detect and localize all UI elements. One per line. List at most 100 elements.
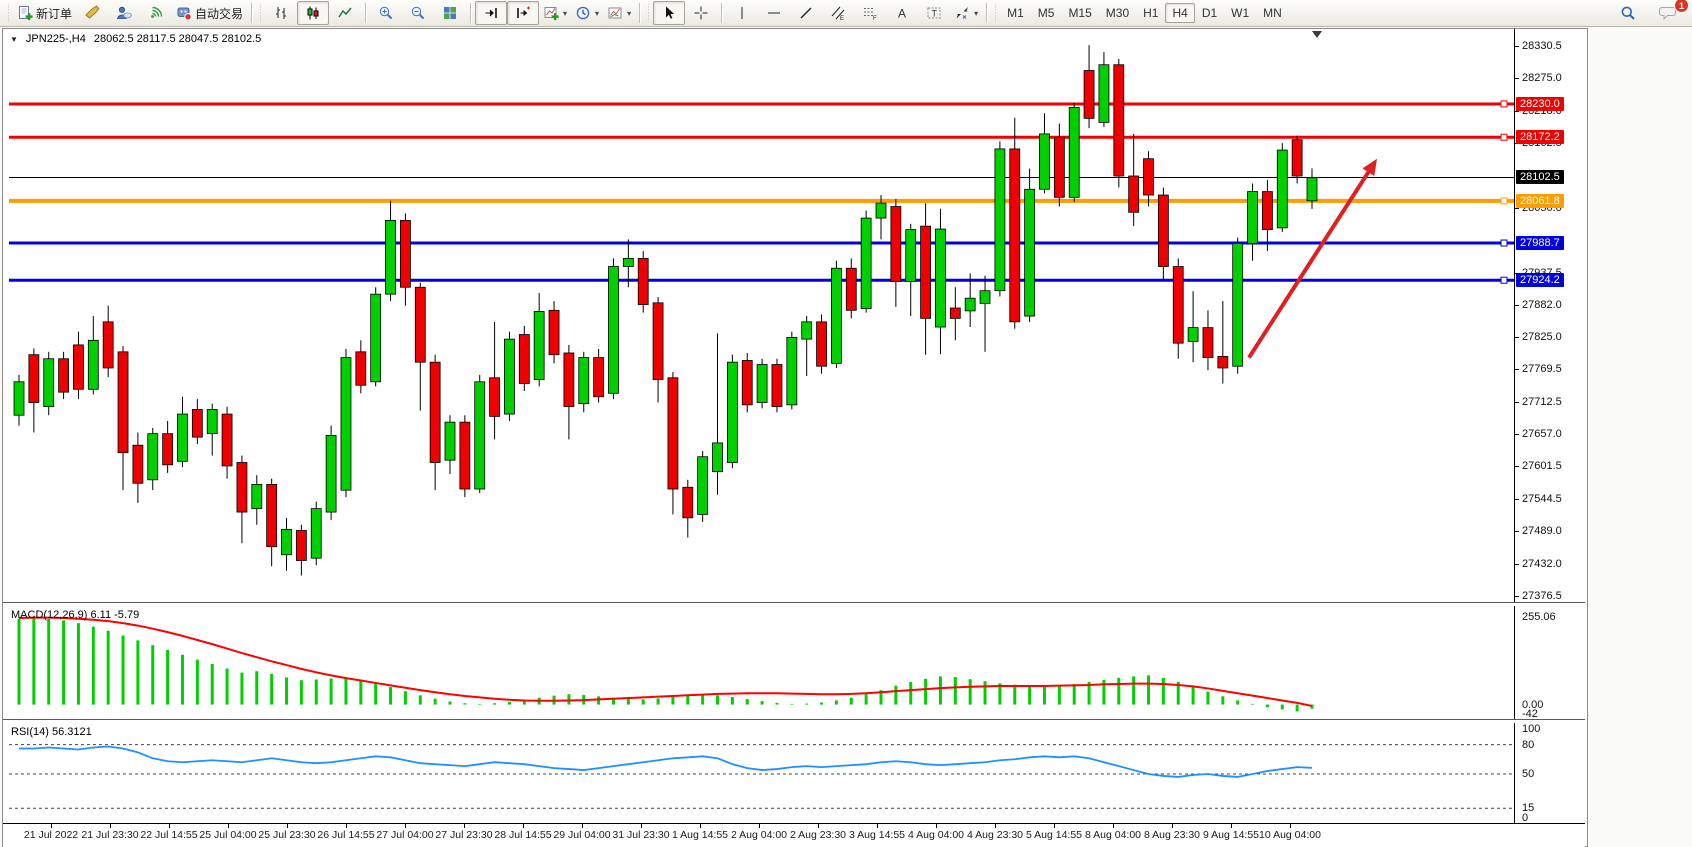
line-anchor[interactable] — [1501, 240, 1507, 246]
bear-candle — [1173, 267, 1183, 344]
macd-plot[interactable] — [9, 606, 1514, 719]
timeframe-button-D1[interactable]: D1 — [1195, 3, 1224, 23]
autotrading-button[interactable]: 自动交易 — [172, 1, 247, 25]
bear-candle — [460, 422, 470, 489]
profile-button[interactable] — [108, 1, 140, 25]
macd-axis: 255.060.00-42 — [1514, 606, 1586, 719]
time-axis-label: 21 Jul 2022 — [24, 829, 78, 841]
macd-axis-label: 255.06 — [1522, 611, 1556, 623]
line-anchor[interactable] — [1501, 198, 1507, 204]
time-axis-label: 21 Jul 23:30 — [81, 829, 138, 841]
search-button[interactable] — [1612, 1, 1644, 25]
arrows-button[interactable]: ▾ — [950, 1, 982, 25]
price-tick-label: 28275.0 — [1522, 72, 1562, 84]
line-chart-button[interactable] — [329, 1, 361, 25]
cursor-icon — [661, 5, 677, 21]
auto-scroll-icon — [483, 5, 499, 21]
bear-candle — [1292, 140, 1302, 176]
candlestick-button[interactable] — [297, 1, 329, 25]
trendline-button[interactable] — [790, 1, 822, 25]
line-anchor[interactable] — [1501, 134, 1507, 140]
indicators-caret-icon[interactable]: ▾ — [563, 9, 567, 18]
time-axis-label: 25 Jul 23:30 — [258, 829, 315, 841]
bar-chart-button[interactable] — [265, 1, 297, 25]
templates-button[interactable]: ▾ — [603, 1, 635, 25]
megaphone-button[interactable] — [76, 1, 108, 25]
periods-button[interactable]: ▾ — [571, 1, 603, 25]
rsi-plot[interactable] — [9, 723, 1514, 823]
text-button[interactable]: A — [886, 1, 918, 25]
bear-candle — [891, 207, 901, 282]
vertical-line-button[interactable] — [726, 1, 758, 25]
bear-candle — [133, 445, 143, 483]
tile-windows-button[interactable] — [434, 1, 466, 25]
time-tick-mark — [169, 824, 170, 828]
bear-candle — [950, 308, 960, 318]
timeframe-button-MN[interactable]: MN — [1256, 3, 1289, 23]
timeframe-button-M5[interactable]: M5 — [1031, 3, 1062, 23]
timeframe-button-M15[interactable]: M15 — [1061, 3, 1098, 23]
price-tick-label: 27432.0 — [1522, 558, 1562, 570]
timeframe-button-W1[interactable]: W1 — [1224, 3, 1256, 23]
timeframe-button-H4[interactable]: H4 — [1165, 3, 1194, 23]
price-tick-mark — [1515, 434, 1519, 435]
bull-candle — [579, 358, 589, 404]
bear-candle — [222, 414, 232, 466]
bull-candle — [1025, 189, 1035, 316]
price-tick-mark — [1515, 305, 1519, 306]
fibonacci-button[interactable]: F — [854, 1, 886, 25]
bull-candle — [14, 382, 24, 415]
arrows-caret-icon[interactable]: ▾ — [974, 9, 978, 18]
bull-candle — [713, 443, 723, 472]
equidistant-channel-button[interactable]: E — [822, 1, 854, 25]
toolbar-grip — [646, 4, 651, 22]
bull-candle — [252, 484, 262, 508]
time-axis-label: 28 Jul 14:55 — [494, 829, 551, 841]
new-order-label: 新订单 — [36, 5, 72, 22]
price-tag: 28172.2 — [1516, 130, 1564, 144]
cursor-button[interactable] — [653, 1, 685, 25]
time-tick-mark — [818, 824, 819, 828]
indicators-icon — [543, 5, 559, 21]
time-axis-label: 26 Jul 14:55 — [317, 829, 374, 841]
price-axis[interactable]: 28330.528275.028218.028162.528050.027937… — [1514, 29, 1586, 602]
time-tick-mark — [641, 824, 642, 828]
time-axis[interactable]: 21 Jul 202221 Jul 23:3022 Jul 14:5525 Ju… — [3, 823, 1585, 847]
rsi-axis: 1008050150 — [1514, 723, 1586, 823]
time-axis-label: 2 Aug 04:00 — [731, 829, 787, 841]
signals-button[interactable] — [140, 1, 172, 25]
line-anchor[interactable] — [1501, 277, 1507, 283]
timeframe-button-M30[interactable]: M30 — [1099, 3, 1136, 23]
bear-candle — [237, 462, 247, 512]
bull-candle — [44, 359, 54, 407]
crosshair-button[interactable] — [685, 1, 717, 25]
timeframe-button-M1[interactable]: M1 — [1000, 3, 1031, 23]
bear-candle — [1203, 328, 1213, 358]
zoom-in-button[interactable] — [370, 1, 402, 25]
chart-shift-button[interactable] — [507, 1, 539, 25]
toolbar-separator — [470, 3, 471, 23]
auto-scroll-button[interactable] — [475, 1, 507, 25]
bear-candle — [564, 353, 574, 407]
indicators-button[interactable]: ▾ — [539, 1, 571, 25]
periods-caret-icon[interactable]: ▾ — [595, 9, 599, 18]
chart-shift-marker[interactable] — [1312, 31, 1322, 38]
line-anchor[interactable] — [1501, 101, 1507, 107]
time-tick-mark — [1054, 824, 1055, 828]
text-label-button[interactable]: T — [918, 1, 950, 25]
bull-candle — [1039, 134, 1049, 189]
templates-caret-icon[interactable]: ▾ — [627, 9, 631, 18]
zoom-out-button[interactable] — [402, 1, 434, 25]
time-tick-mark — [464, 824, 465, 828]
horizontal-line-button[interactable] — [758, 1, 790, 25]
bear-candle — [817, 322, 827, 366]
symbol-dropdown-icon[interactable]: ▼ — [10, 35, 18, 44]
bull-candle — [623, 258, 633, 266]
bull-candle — [935, 229, 945, 327]
new-order-button[interactable]: 新订单 — [13, 1, 76, 25]
horizontal-line-icon — [766, 5, 782, 21]
notifications-button[interactable]: 1 — [1652, 1, 1684, 25]
price-tick-mark — [1515, 337, 1519, 338]
timeframe-button-H1[interactable]: H1 — [1136, 3, 1165, 23]
main-chart-plot[interactable] — [9, 29, 1514, 602]
